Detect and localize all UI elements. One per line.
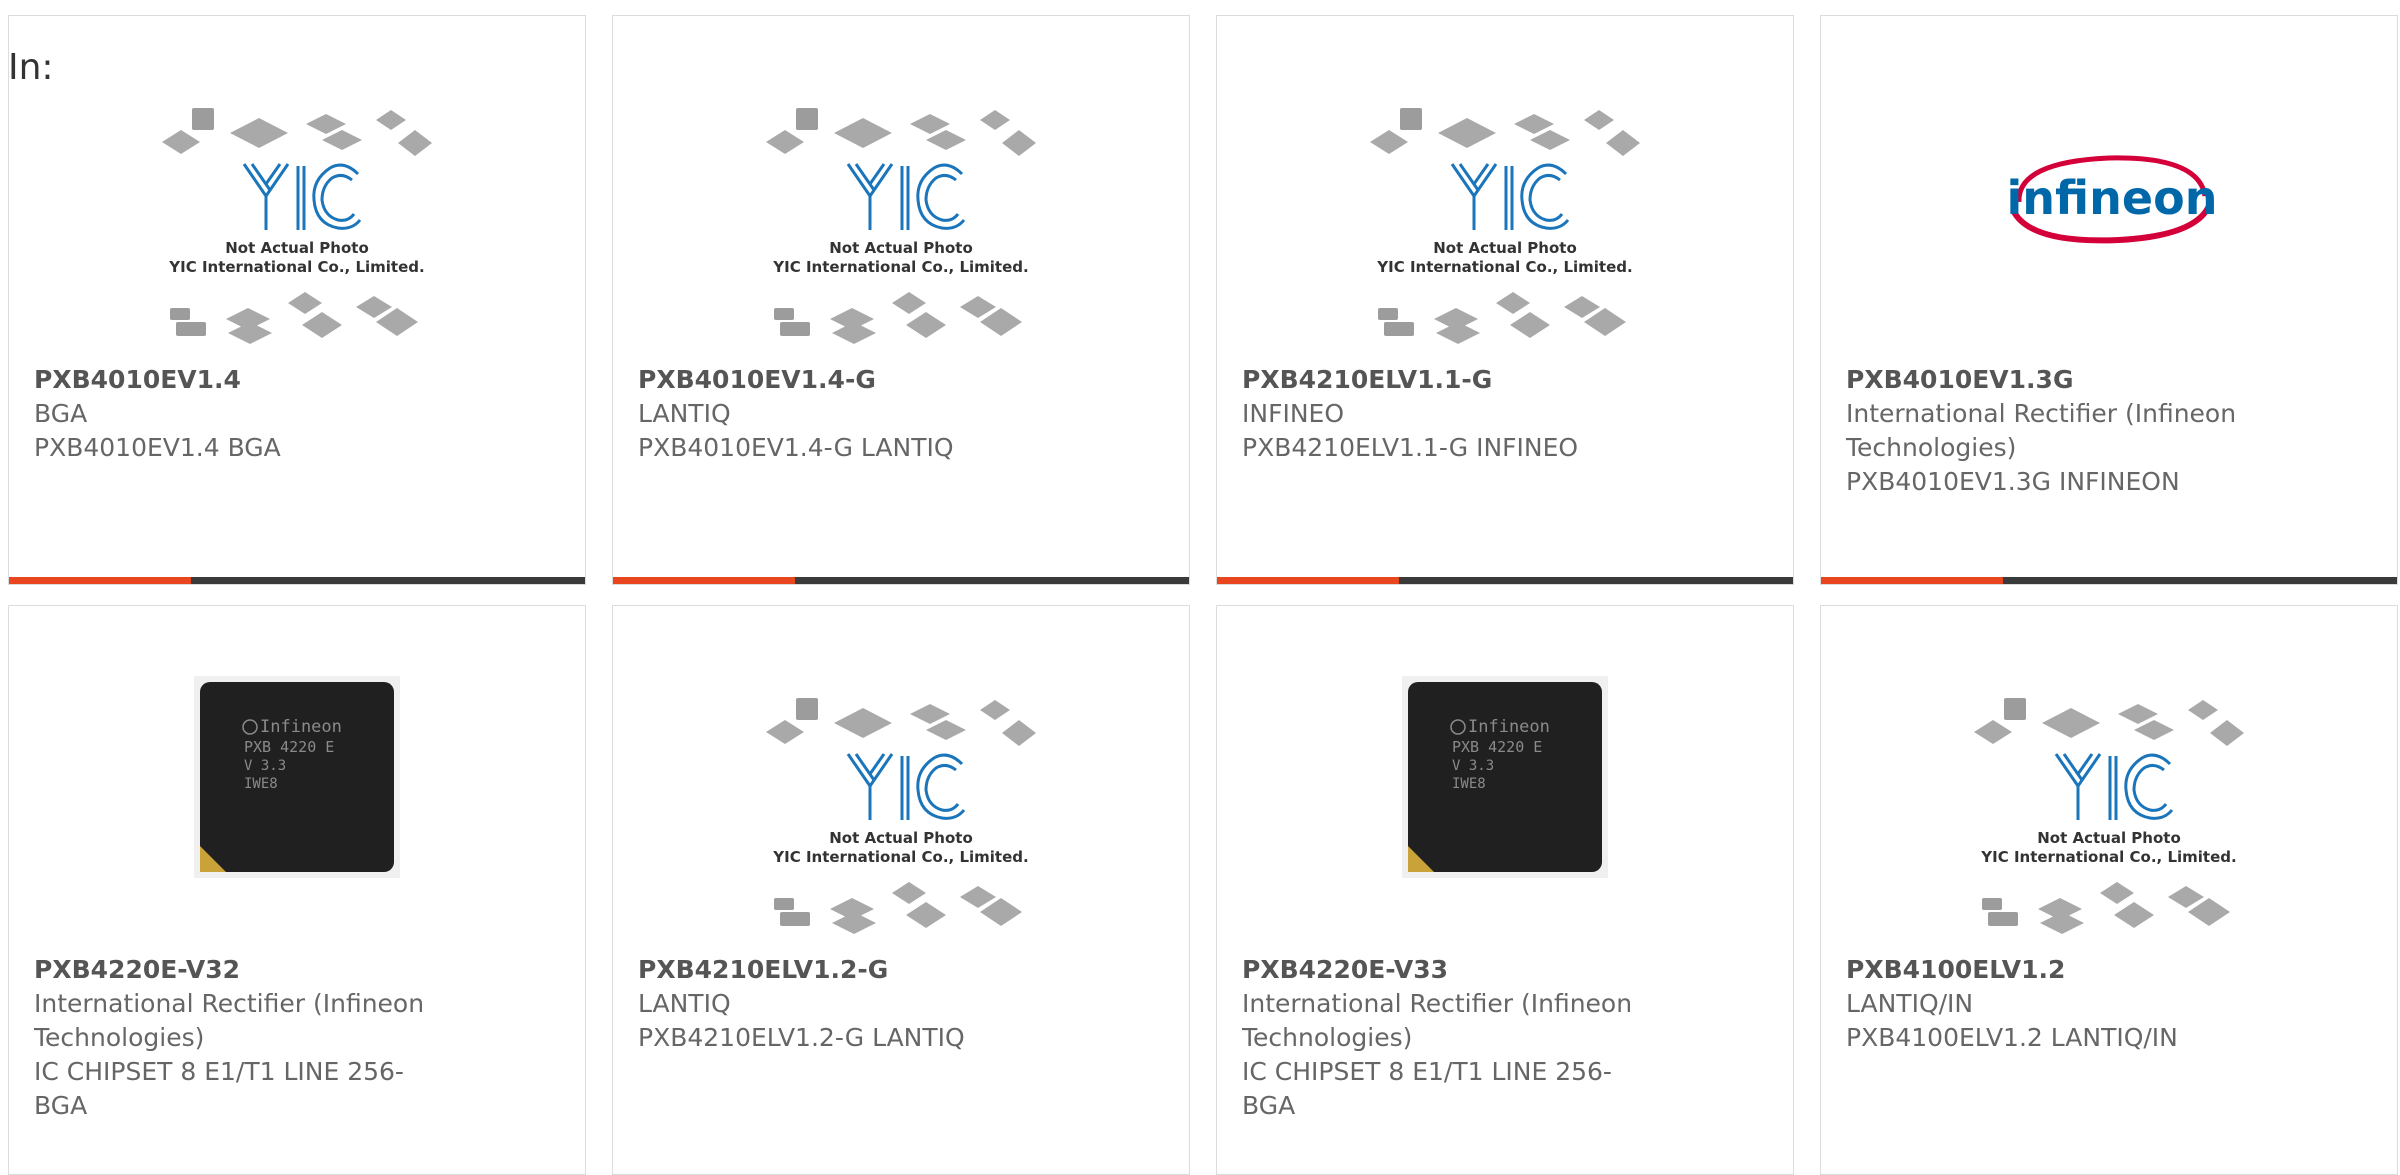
product-detail-line: Technologies) (1846, 433, 2017, 462)
product-detail-line: PXB4010EV1.4-G LANTIQ (638, 433, 954, 462)
placeholder-caption: Not Actual Photo (225, 239, 369, 257)
product-detail-line: INFINEO (1242, 399, 1345, 428)
product-detail-line: IC CHIPSET 8 E1/T1 LINE 256- (34, 1057, 404, 1086)
product-info: PXB4210ELV1.2-G LANTIQ PXB4210ELV1.2-G LAN… (638, 953, 1068, 1055)
product-image[interactable]: Not Actual Photo YIC International Co., L… (9, 16, 585, 361)
product-card[interactable]: infineon PXB4010EV1.3G International Recti… (1820, 15, 2398, 585)
product-detail-line: LANTIQ (638, 989, 731, 1018)
not-actual-photo-image: Not Actual PhotoYIC International Co., L… (766, 108, 1036, 344)
product-image[interactable]: Infineon PXB 4220 E V 3.3 IWE8 (1217, 606, 1793, 951)
chip-marking-text: IWE8 (244, 776, 278, 792)
not-actual-photo-image: Not Actual PhotoYIC International Co., L… (766, 698, 1036, 934)
chip-marking-text: PXB 4220 E (1452, 738, 1542, 756)
part-number-link[interactable]: PXB4210ELV1.1-G (1242, 363, 1672, 397)
product-image[interactable]: Not Actual Photo YIC International Co., L… (1217, 16, 1793, 361)
product-info: PXB4220E-V33 International Rectifier (Inf… (1242, 953, 1672, 1123)
chip-marking-text: PXB 4220 E (244, 738, 334, 756)
product-detail-line: PXB4010EV1.3G INFINEON (1846, 467, 2180, 496)
not-actual-photo-image: Not Actual PhotoYIC International Co., L… (162, 108, 432, 344)
product-image[interactable]: Not Actual Photo YIC International Co., L… (1821, 606, 2397, 951)
product-info: PXB4010EV1.4 BGA PXB4010EV1.4 BGA (34, 363, 464, 465)
product-detail-line: International Rectifier (Infineon (1242, 989, 1633, 1018)
not-actual-photo-image: Not Actual PhotoYIC International Co., L… (1370, 108, 1640, 344)
infineon-logo-text: infineon (2007, 171, 2218, 225)
product-info: PXB4220E-V32 International Rectifier (Inf… (34, 953, 464, 1123)
part-number-link[interactable]: PXB4210ELV1.2-G (638, 953, 1068, 987)
placeholder-caption: Not Actual Photo (829, 829, 973, 847)
chip-photo: InfineonPXB 4220 E V 3.3 IWE8 (194, 676, 400, 878)
product-info: PXB4010EV1.4-G LANTIQ PXB4010EV1.4-G LANTI… (638, 363, 1068, 465)
product-image[interactable]: infineon (1821, 16, 2397, 361)
product-detail-line: BGA (34, 399, 88, 428)
card-footer-bar (9, 577, 585, 584)
product-detail-line: PXB4210ELV1.1-G INFINEO (1242, 433, 1579, 462)
placeholder-company: YIC International Co., Limited. (772, 258, 1028, 276)
card-accent-bar (613, 577, 795, 584)
product-card[interactable]: Infineon PXB 4220 EV 3.3 IWE8 PXB4220E-V33 I… (1216, 605, 1794, 1175)
product-grid: Not Actual Photo YIC International Co., L… (0, 0, 2400, 1175)
part-number-link[interactable]: PXB4100ELV1.2 (1846, 953, 2276, 987)
placeholder-company: YIC International Co., Limited. (168, 258, 424, 276)
product-detail-line: BGA (34, 1091, 88, 1120)
chip-marking-text: V 3.3 (244, 758, 286, 774)
product-info: PXB4010EV1.3G International Rectifier (In… (1846, 363, 2276, 499)
part-number-link[interactable]: PXB4220E-V33 (1242, 953, 1672, 987)
product-card[interactable]: Infineon PXB 4220 EV 3.3 IWE8 PXB4220E-V32 I… (8, 605, 586, 1175)
placeholder-caption: Not Actual Photo (1433, 239, 1577, 257)
placeholder-caption: Not Actual Photo (829, 239, 973, 257)
product-detail-line: Technologies) (34, 1023, 205, 1052)
card-accent-bar (9, 577, 191, 584)
product-card[interactable]: Not Actual Photo YIC International Co., L… (8, 15, 586, 585)
card-footer-bar (1821, 577, 2397, 584)
product-detail-line: International Rectifier (Infineon (34, 989, 425, 1018)
chip-marking-text: V 3.3 (1452, 758, 1494, 774)
product-detail-line: BGA (1242, 1091, 1296, 1120)
product-detail-line: PXB4010EV1.4 BGA (34, 433, 281, 462)
product-card[interactable]: Not Actual Photo YIC International Co., L… (612, 605, 1190, 1175)
product-card[interactable]: Not Actual Photo YIC International Co., L… (1216, 15, 1794, 585)
chip-marking-text: Infineon (260, 717, 342, 737)
chip-marking-text: Infineon (1468, 717, 1550, 737)
card-footer-bar (613, 577, 1189, 584)
product-detail-line: International Rectifier (Infineon (1846, 399, 2237, 428)
part-number-link[interactable]: PXB4010EV1.3G (1846, 363, 2276, 397)
product-card[interactable]: Not Actual Photo YIC International Co., L… (612, 15, 1190, 585)
product-detail-line: PXB4210ELV1.2-G LANTIQ (638, 1023, 965, 1052)
card-accent-bar (1821, 577, 2003, 584)
product-info: PXB4100ELV1.2 LANTIQ/IN PXB4100ELV1.2 LANT… (1846, 953, 2276, 1055)
product-detail-line: PXB4100ELV1.2 LANTIQ/IN (1846, 1023, 2178, 1052)
part-number-link[interactable]: PXB4010EV1.4 (34, 363, 464, 397)
product-image[interactable]: Infineon PXB 4220 E V 3.3 IWE8 (9, 606, 585, 951)
placeholder-caption: Not Actual Photo (2037, 829, 2181, 847)
product-detail-line: IC CHIPSET 8 E1/T1 LINE 256- (1242, 1057, 1612, 1086)
not-actual-photo-image: Not Actual PhotoYIC International Co., L… (1974, 698, 2244, 934)
product-detail-line: LANTIQ/IN (1846, 989, 1974, 1018)
part-number-link[interactable]: PXB4010EV1.4-G (638, 363, 1068, 397)
product-info: PXB4210ELV1.1-G INFINEO PXB4210ELV1.1-G IN… (1242, 363, 1672, 465)
product-image[interactable]: Not Actual Photo YIC International Co., L… (613, 16, 1189, 361)
infineon-logo: infineon (2007, 155, 2218, 244)
placeholder-company: YIC International Co., Limited. (772, 848, 1028, 866)
card-footer-bar (1217, 577, 1793, 584)
part-number-link[interactable]: PXB4220E-V32 (34, 953, 464, 987)
intro-label: In: (8, 47, 54, 88)
product-detail-line: LANTIQ (638, 399, 731, 428)
product-card[interactable]: Not Actual Photo YIC International Co., L… (1820, 605, 2398, 1175)
product-image[interactable]: Not Actual Photo YIC International Co., L… (613, 606, 1189, 951)
placeholder-company: YIC International Co., Limited. (1376, 258, 1632, 276)
chip-marking-text: IWE8 (1452, 776, 1486, 792)
card-accent-bar (1217, 577, 1399, 584)
product-detail-line: Technologies) (1242, 1023, 1413, 1052)
chip-photo: InfineonPXB 4220 E V 3.3 IWE8 (1402, 676, 1608, 878)
placeholder-company: YIC International Co., Limited. (1980, 848, 2236, 866)
